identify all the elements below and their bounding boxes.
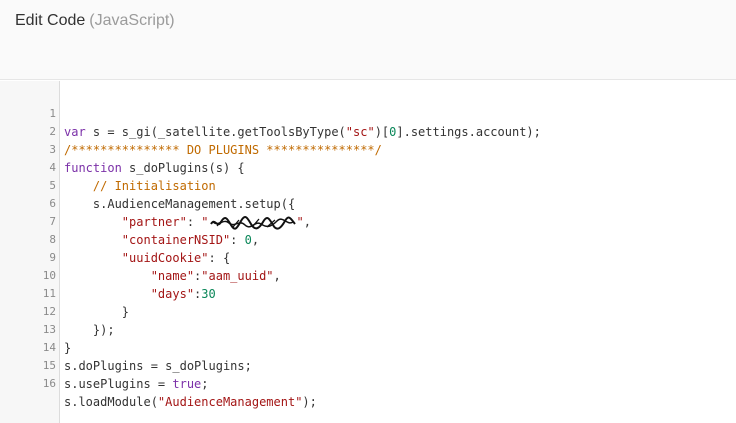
- header-bar: Edit Code (JavaScript): [0, 0, 736, 80]
- code-editor[interactable]: 1 var s = s_gi(_satellite.getToolsByType…: [0, 81, 736, 423]
- code-line[interactable]: 10 "days":30: [0, 249, 736, 301]
- edit-code-window: Edit Code (JavaScript) 1 var s = s_gi(_sa…: [0, 0, 736, 423]
- code-line[interactable]: 11 }: [0, 267, 736, 319]
- code-line[interactable]: 12 });: [0, 285, 736, 337]
- code-line[interactable]: 2 /*************** DO PLUGINS **********…: [0, 105, 736, 157]
- code-line[interactable]: 3 function s_doPlugins(s) {: [0, 123, 736, 175]
- code-line[interactable]: 16 s.loadModule("AudienceManagement");: [0, 357, 736, 409]
- code-line[interactable]: 9 "name":"aam_uuid",: [0, 231, 736, 283]
- code-line[interactable]: 5 s.AudienceManagement.setup({: [0, 159, 736, 211]
- code-line[interactable]: 1 var s = s_gi(_satellite.getToolsByType…: [0, 87, 736, 139]
- code-line[interactable]: 15 s.usePlugins = true;: [0, 339, 736, 391]
- code-line[interactable]: 7 "containerNSID": 0,: [0, 195, 736, 247]
- page-title: Edit Code (JavaScript): [15, 12, 175, 30]
- title-text: Edit Code: [15, 12, 86, 29]
- code-text: s.usePlugins = true;: [64, 377, 209, 391]
- code-line[interactable]: 4 // Initialisation: [0, 141, 736, 193]
- code-line[interactable]: 6 "partner": " ",: [0, 177, 736, 230]
- line-number: 16: [42, 377, 56, 390]
- code-line[interactable]: 13 }: [0, 303, 736, 355]
- language-label: (JavaScript): [89, 12, 175, 29]
- code-text: s.loadModule("AudienceManagement");: [64, 395, 317, 409]
- code-line[interactable]: 8 "uuidCookie": {: [0, 213, 736, 265]
- code-line[interactable]: 14 s.doPlugins = s_doPlugins;: [0, 321, 736, 373]
